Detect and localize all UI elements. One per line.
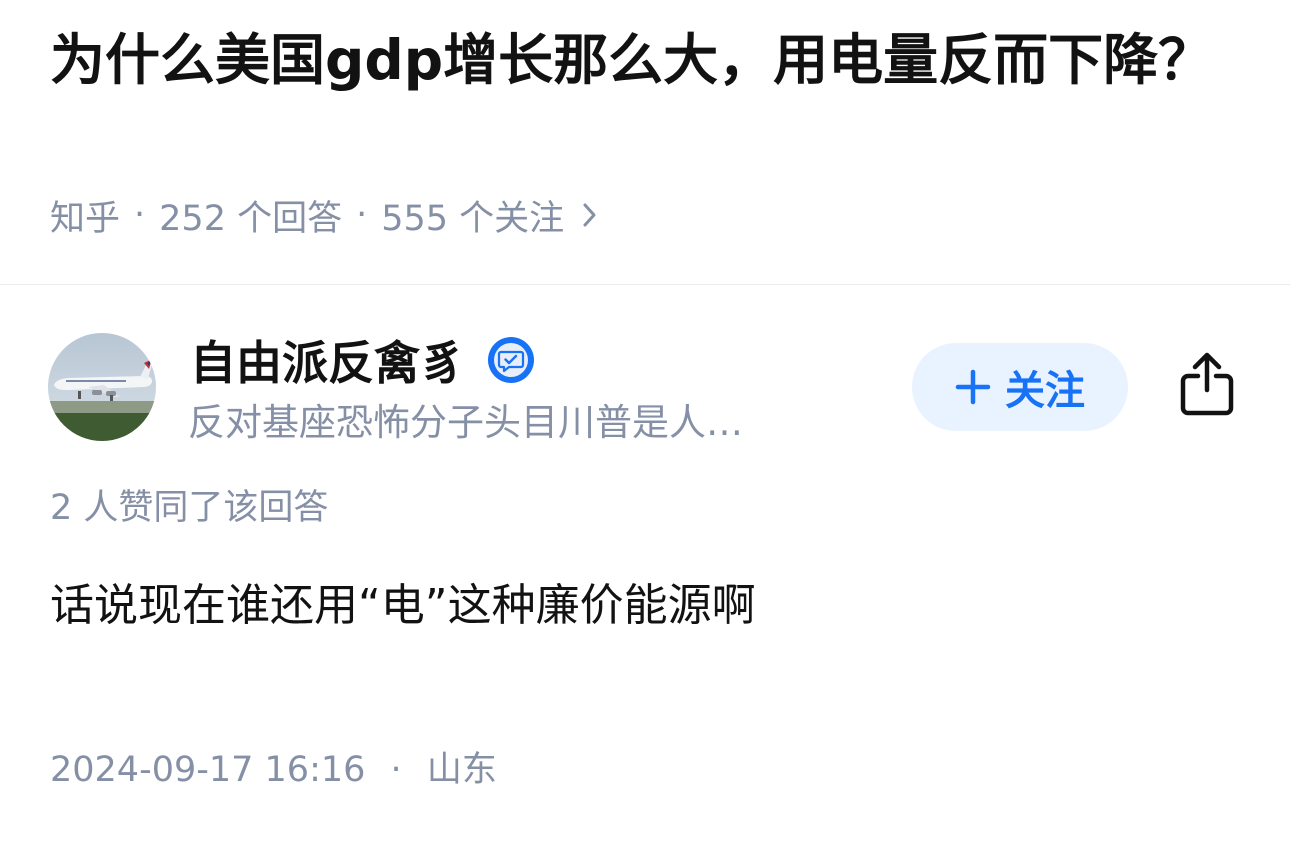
plus-icon — [955, 369, 991, 405]
question-title: 为什么美国gdp增长那么大，用电量反而下降？ — [50, 28, 1214, 92]
answer-content: 话说现在谁还用“电”这种廉价能源啊 — [50, 580, 756, 631]
author-name-row[interactable]: 自由派反禽豸 — [190, 330, 536, 390]
verified-badge-icon — [486, 335, 536, 385]
voteup-count: 2 人赞同了该回答 — [50, 488, 329, 528]
footer-separator: · — [390, 750, 402, 790]
section-divider — [0, 284, 1290, 285]
share-button[interactable] — [1172, 350, 1242, 420]
follow-button[interactable]: 关注 — [912, 343, 1128, 431]
author-name[interactable]: 自由派反禽豸 — [190, 327, 466, 393]
meta-separator: · — [356, 195, 368, 235]
meta-separator: · — [134, 195, 146, 235]
answer-timestamp: 2024-09-17 16:16 — [50, 750, 366, 790]
answer-count: 252 个回答 — [159, 198, 343, 239]
question-meta[interactable]: 知乎 · 252 个回答 · 555 个关注 — [50, 192, 598, 239]
share-icon — [1178, 350, 1236, 420]
follow-label: 关注 — [1005, 368, 1085, 414]
author-bio: 反对基座恐怖分子头目川普是人… — [188, 401, 743, 444]
answer-location: 山东 — [426, 750, 497, 790]
follower-count: 555 个关注 — [381, 198, 565, 239]
answer-footer: 2024-09-17 16:16 · 山东 — [50, 746, 497, 794]
author-avatar[interactable] — [48, 333, 156, 441]
chevron-right-icon[interactable] — [582, 201, 598, 229]
source-label: 知乎 — [50, 198, 121, 239]
